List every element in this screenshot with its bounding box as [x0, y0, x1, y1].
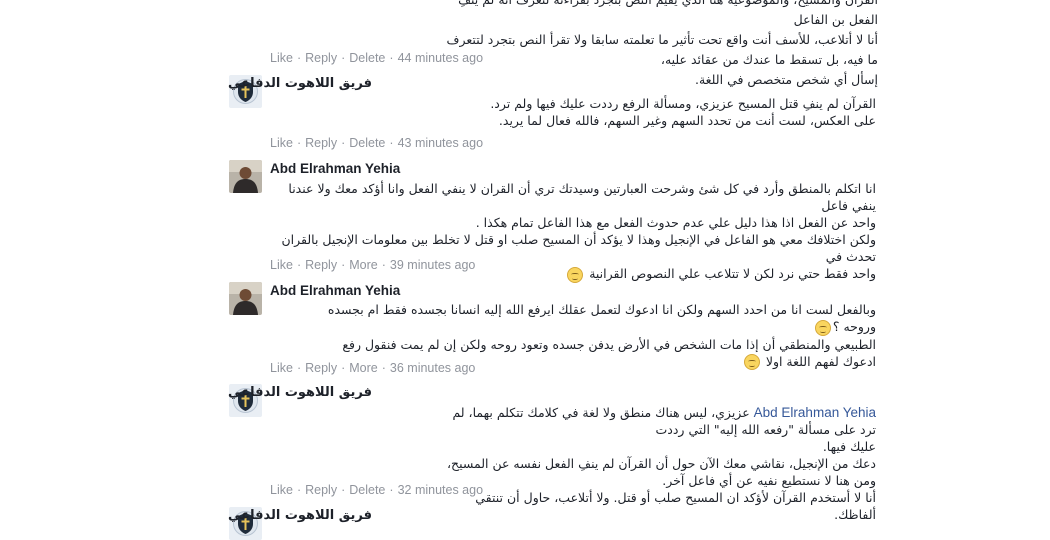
comment-text: وبالفعل لست انا من احدد السهم ولكن انا ا… [300, 301, 876, 370]
comment-actions: Like · Reply · Delete · 44 minutes ago [270, 51, 484, 65]
like-link[interactable]: Like [270, 483, 293, 497]
more-link[interactable]: More [349, 258, 377, 272]
user-avatar[interactable] [229, 282, 262, 315]
reply-link[interactable]: Reply [305, 51, 337, 65]
timestamp[interactable]: 36 minutes ago [390, 361, 475, 375]
mention-link[interactable]: Abd Elrahman Yehia [754, 405, 876, 420]
reply-link[interactable]: Reply [305, 361, 337, 375]
like-link[interactable]: Like [270, 136, 293, 150]
comment-line: انا اتكلم بالمنطق وأرد في كل شئ وشرحت ال… [288, 181, 876, 213]
comment-text: Abd Elrahman Yehia عزيزي، ليس هناك منطق … [440, 404, 876, 523]
comment-line: القرآن والمسيح، والموضوعية هنا الذي يقيّ… [458, 0, 878, 27]
reply-link[interactable]: Reply [305, 483, 337, 497]
comment-actions: Like · Reply · Delete · 32 minutes ago [270, 483, 484, 497]
comment-author[interactable]: فريق اللاهوت الدفاعي [228, 385, 372, 400]
comment-line: على العكس، لست أنت من تحدد السهم وغير ال… [498, 113, 876, 128]
comment-line: القرآن لم ينفِ قتل المسيح عزيزي، ومسألة … [490, 96, 876, 111]
comment-line: إسأل أي شخص متخصص في اللغة. [694, 72, 878, 87]
comment-line: وبالفعل لست انا من احدد السهم ولكن انا ا… [327, 302, 876, 334]
comment-author[interactable]: فريق اللاهوت الدفاعي [228, 76, 372, 91]
like-link[interactable]: Like [270, 258, 293, 272]
smile-emoji-icon [814, 319, 831, 336]
timestamp[interactable]: 39 minutes ago [390, 258, 475, 272]
like-link[interactable]: Like [270, 51, 293, 65]
comment-author[interactable]: Abd Elrahman Yehia [270, 283, 400, 298]
comment-line: الطبيعي والمنطقي أن إذا مات الشخص في الأ… [342, 336, 876, 352]
smile-emoji-icon [567, 266, 584, 283]
comment-line: ادعوك لفهم اللغة اولا [765, 353, 876, 369]
like-link[interactable]: Like [270, 361, 293, 375]
comment-author[interactable]: فريق اللاهوت الدفاعي [228, 508, 372, 523]
delete-link[interactable]: Delete [349, 483, 385, 497]
comment-line: عليك فيها. [822, 439, 876, 454]
user-avatar[interactable] [229, 160, 262, 193]
comment-line: أنا لا أستخدم القرآن لأؤكد ان المسيح صلب… [475, 490, 876, 522]
timestamp[interactable]: 44 minutes ago [398, 51, 483, 65]
comment-actions: Like · Reply · More · 36 minutes ago [270, 361, 476, 375]
comment-actions: Like · Reply · More · 39 minutes ago [270, 258, 476, 272]
comment-line: واحد فقط حتي نرد لكن لا تتلاعب علي النصو… [589, 266, 876, 281]
comment-fragment-text: القرآن والمسيح، والموضوعية هنا الذي يقيّ… [440, 0, 878, 90]
timestamp[interactable]: 43 minutes ago [398, 136, 483, 150]
comment-text: القرآن لم ينفِ قتل المسيح عزيزي، ومسألة … [440, 95, 876, 129]
delete-link[interactable]: Delete [349, 51, 385, 65]
delete-link[interactable]: Delete [349, 136, 385, 150]
smile-emoji-icon [743, 354, 760, 370]
more-link[interactable]: More [349, 361, 377, 375]
comment-line: دعك من الإنجيل، نقاشي معك الآن حول أن ال… [446, 456, 876, 488]
reply-link[interactable]: Reply [305, 258, 337, 272]
comment-author[interactable]: Abd Elrahman Yehia [270, 161, 400, 176]
comment-actions: Like · Reply · Delete · 43 minutes ago [270, 136, 484, 150]
comment-line: أنا لا أتلاعب، للأسف أنت واقع تحت تأثير … [446, 32, 878, 67]
comment-line: واحد عن الفعل اذا هذا دليل علي عدم حدوث … [475, 215, 876, 230]
timestamp[interactable]: 32 minutes ago [398, 483, 483, 497]
reply-link[interactable]: Reply [305, 136, 337, 150]
